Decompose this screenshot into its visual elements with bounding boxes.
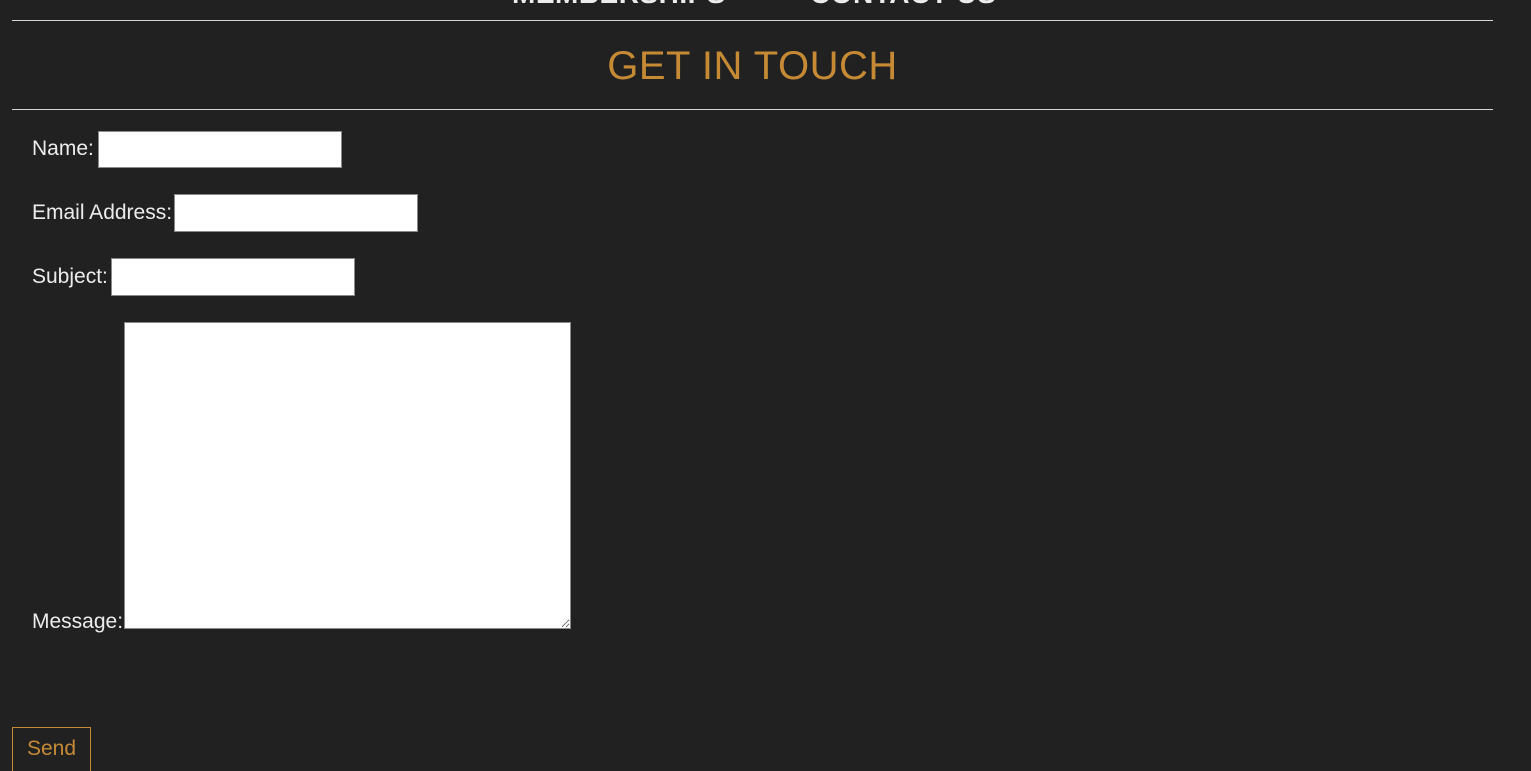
message-textarea[interactable] [124,322,571,629]
top-nav: MEMBERSHIPS CONTACT US [0,0,1531,10]
nav-link-memberships[interactable]: MEMBERSHIPS [512,0,726,10]
email-field[interactable] [174,194,418,232]
nav-link-contact-us[interactable]: CONTACT US [810,0,996,10]
heading-divider-bottom [12,109,1493,110]
message-label: Message: [32,610,124,633]
send-button[interactable]: Send [12,727,91,771]
name-field[interactable] [98,131,342,168]
contact-page: MEMBERSHIPS CONTACT US GET IN TOUCH Name… [0,0,1531,771]
email-label: Email Address: [32,201,173,224]
heading-divider-top [12,20,1493,21]
subject-field[interactable] [111,258,355,296]
name-label: Name: [32,137,94,160]
page-title: GET IN TOUCH [607,44,898,88]
subject-label: Subject: [32,265,108,288]
